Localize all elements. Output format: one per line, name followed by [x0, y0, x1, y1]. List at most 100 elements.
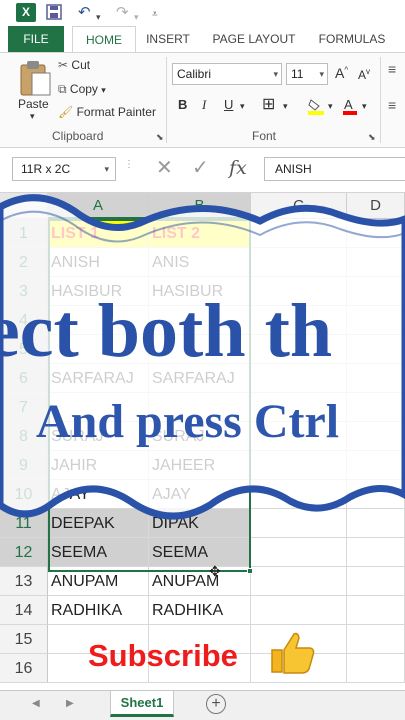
- column-header-d[interactable]: D: [347, 193, 405, 219]
- column-header-a[interactable]: A: [48, 193, 149, 219]
- paste-button[interactable]: Paste ▾: [14, 57, 54, 123]
- fill-color-icon[interactable]: [307, 97, 325, 118]
- name-box[interactable]: 11R x 2C ▾: [12, 157, 116, 181]
- cell-a12[interactable]: SEEMA: [48, 538, 149, 567]
- cell-c1[interactable]: [251, 219, 347, 248]
- cell-c11[interactable]: [251, 509, 347, 538]
- font-size-select[interactable]: 11 ▾: [286, 63, 328, 85]
- add-sheet-button[interactable]: +: [206, 694, 226, 714]
- cell-b9[interactable]: JAHEER: [149, 451, 251, 480]
- tab-formulas[interactable]: FORMULAS: [312, 26, 392, 52]
- cell-a13[interactable]: ANUPAM: [48, 567, 149, 596]
- insert-function-button[interactable]: fx: [229, 157, 247, 179]
- cell-c14[interactable]: [251, 596, 347, 625]
- ribbon: Paste ▾ ✂ Cut ⧉ Copy ▾ 🖌 Format Painter …: [0, 52, 405, 148]
- redo-dropdown-icon[interactable]: ▾: [134, 8, 139, 26]
- customize-icon[interactable]: ⩡: [152, 6, 158, 24]
- bold-button[interactable]: B: [178, 97, 187, 112]
- cell-b2[interactable]: ANIS: [149, 248, 251, 277]
- align-top-icon[interactable]: ≡: [388, 61, 396, 77]
- cursor-move-icon: ✥: [209, 563, 221, 579]
- cell-d2[interactable]: [347, 248, 405, 277]
- shrink-font-icon[interactable]: Av: [358, 67, 370, 82]
- sheet-tab-sheet1[interactable]: Sheet1: [110, 691, 174, 717]
- cell-a11[interactable]: DEEPAK: [48, 509, 149, 538]
- paste-dropdown-icon[interactable]: ▾: [30, 111, 35, 122]
- cell-b11[interactable]: DIPAK: [149, 509, 251, 538]
- cell-c12[interactable]: [251, 538, 347, 567]
- row-header[interactable]: 13: [0, 567, 48, 596]
- cancel-icon[interactable]: ✕: [156, 155, 173, 180]
- font-name-select[interactable]: Calibri ▾: [172, 63, 282, 85]
- fill-handle[interactable]: [247, 568, 253, 574]
- tab-home[interactable]: HOME: [72, 26, 136, 53]
- tab-insert[interactable]: INSERT: [140, 26, 196, 52]
- row-header[interactable]: 16: [0, 654, 48, 683]
- cell-d14[interactable]: [347, 596, 405, 625]
- cell-d11[interactable]: [347, 509, 405, 538]
- borders-icon[interactable]: ⊞: [262, 94, 275, 114]
- grow-font-icon[interactable]: A^: [335, 65, 348, 81]
- italic-button[interactable]: I: [202, 97, 206, 113]
- row-header[interactable]: 1: [0, 219, 48, 248]
- scroll-right-icon[interactable]: ▶: [66, 698, 74, 709]
- fill-dropdown-icon[interactable]: ▾: [328, 101, 333, 112]
- formula-input[interactable]: ANISH: [264, 157, 405, 181]
- row-header[interactable]: 2: [0, 248, 48, 277]
- cell-a14[interactable]: RADHIKA: [48, 596, 149, 625]
- row-header[interactable]: 9: [0, 451, 48, 480]
- cell-c10[interactable]: [251, 480, 347, 509]
- cell-c9[interactable]: [251, 451, 347, 480]
- chevron-down-icon: ▾: [104, 164, 109, 174]
- borders-dropdown-icon[interactable]: ▾: [283, 101, 288, 112]
- clipboard-launcher-icon[interactable]: ⬊: [156, 132, 164, 143]
- cell-b1[interactable]: LIST 2: [149, 219, 251, 248]
- align-left-icon[interactable]: ≡: [388, 97, 396, 113]
- tab-file[interactable]: FILE: [8, 26, 64, 52]
- font-launcher-icon[interactable]: ⬊: [368, 132, 376, 143]
- cell-b14[interactable]: RADHIKA: [149, 596, 251, 625]
- column-header-c[interactable]: C: [251, 193, 347, 219]
- cell-a2[interactable]: ANISH: [48, 248, 149, 277]
- redo-icon[interactable]: ↷: [116, 4, 129, 22]
- ribbon-separator: [380, 57, 381, 143]
- underline-dropdown-icon[interactable]: ▾: [240, 101, 245, 112]
- cell-c2[interactable]: [251, 248, 347, 277]
- ribbon-tabs: FILE HOME INSERT PAGE LAYOUT FORMULAS: [0, 26, 405, 53]
- undo-icon[interactable]: ↶: [78, 4, 91, 22]
- scroll-left-icon[interactable]: ◀: [32, 698, 40, 709]
- cell-c13[interactable]: [251, 567, 347, 596]
- enter-icon[interactable]: ✓: [192, 155, 209, 180]
- select-all-corner[interactable]: [0, 193, 48, 219]
- format-painter-button[interactable]: 🖌 Format Painter: [58, 105, 156, 119]
- cell-d1[interactable]: [347, 219, 405, 248]
- cell-a9[interactable]: JAHIR: [48, 451, 149, 480]
- cell-d16[interactable]: [347, 654, 405, 683]
- cell-d10[interactable]: [347, 480, 405, 509]
- cell-b12[interactable]: SEEMA: [149, 538, 251, 567]
- column-header-b[interactable]: B: [149, 193, 251, 219]
- font-color-dropdown-icon[interactable]: ▾: [362, 101, 367, 112]
- cell-d15[interactable]: [347, 625, 405, 654]
- cell-a10[interactable]: AJAY: [48, 480, 149, 509]
- row-header[interactable]: 15: [0, 625, 48, 654]
- cell-a1[interactable]: LIST 1: [48, 219, 149, 248]
- ribbon-separator: [166, 57, 167, 143]
- cut-button[interactable]: ✂ Cut: [58, 58, 90, 72]
- cell-d13[interactable]: [347, 567, 405, 596]
- row-header[interactable]: 10: [0, 480, 48, 509]
- cell-b13[interactable]: ANUPAM: [149, 567, 251, 596]
- row-header[interactable]: 11: [0, 509, 48, 538]
- font-color-icon[interactable]: A: [342, 97, 358, 118]
- row-header[interactable]: 14: [0, 596, 48, 625]
- row-header[interactable]: 12: [0, 538, 48, 567]
- copy-button[interactable]: ⧉ Copy ▾: [58, 82, 106, 97]
- undo-dropdown-icon[interactable]: ▾: [96, 8, 101, 26]
- cell-d12[interactable]: [347, 538, 405, 567]
- cell-d9[interactable]: [347, 451, 405, 480]
- cell-b10[interactable]: AJAY: [149, 480, 251, 509]
- brush-icon: 🖌: [58, 105, 74, 119]
- save-icon[interactable]: [46, 4, 62, 25]
- underline-button[interactable]: U: [224, 97, 233, 112]
- tab-page-layout[interactable]: PAGE LAYOUT: [206, 26, 302, 52]
